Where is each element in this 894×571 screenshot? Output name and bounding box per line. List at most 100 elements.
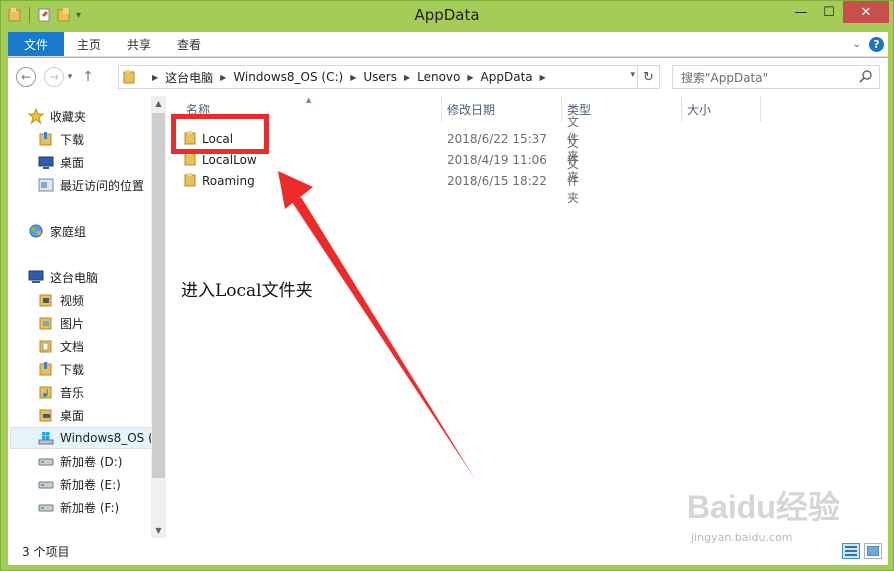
tab-share[interactable]: 共享 — [114, 32, 164, 56]
tab-view[interactable]: 查看 — [164, 32, 214, 56]
column-header-size[interactable]: 大小 — [669, 96, 749, 122]
address-dropdown-icon[interactable]: ▾ — [630, 70, 635, 80]
sidebar-item-downloads[interactable]: 下载 — [38, 128, 84, 150]
close-button[interactable]: ✕ — [843, 1, 889, 23]
drive-icon — [38, 504, 54, 512]
sidebar-item-downloads-pc[interactable]: 下载 — [38, 358, 84, 380]
large-icons-view-button[interactable] — [864, 543, 882, 559]
recent-locations-icon[interactable]: ▾ — [64, 65, 76, 89]
sidebar-item-homegroup[interactable]: 家庭组 — [28, 220, 86, 242]
main-content: 收藏夹 下载 桌面 最近访问的位置 家庭组 这台电脑 视频 图片 文档 下载 音… — [8, 96, 888, 538]
breadcrumb-appdata[interactable]: AppData — [481, 70, 533, 84]
watermark-url: jingyan.baidu.com — [691, 531, 793, 544]
sidebar-item-c-drive[interactable]: Windows8_OS ( — [10, 427, 151, 449]
folder-icon — [123, 70, 135, 84]
highlight-box — [171, 114, 269, 154]
recent-places-icon — [38, 178, 54, 192]
minimize-button[interactable]: — — [787, 1, 815, 23]
search-icon[interactable] — [859, 69, 873, 83]
star-icon — [28, 108, 44, 124]
table-row[interactable]: Roaming 2018/6/15 18:22 文件夹 — [180, 157, 579, 205]
breadcrumb-arrow-icon[interactable]: ▶ — [540, 73, 546, 82]
music-folder-icon — [39, 386, 52, 399]
sidebar-item-label: 这台电脑 — [50, 270, 99, 285]
sidebar-item-label: 新加卷 (E:) — [60, 477, 121, 492]
sidebar-item-d-drive[interactable]: 新加卷 (D:) — [38, 450, 122, 472]
sidebar-item-label: 下载 — [60, 132, 85, 147]
sidebar-item-desktop[interactable]: 桌面 — [38, 151, 84, 173]
sidebar-item-recent[interactable]: 最近访问的位置 — [38, 174, 144, 196]
tab-home[interactable]: 主页 — [64, 32, 114, 56]
sidebar-scrollbar[interactable]: ▲ ▼ — [151, 96, 166, 538]
column-header-date[interactable]: 修改日期 — [429, 96, 549, 122]
baidu-watermark-logo: Baidu经验 — [687, 489, 840, 525]
sidebar-item-label: 文档 — [60, 339, 85, 354]
computer-icon — [28, 270, 44, 283]
breadcrumb-lenovo[interactable]: Lenovo — [417, 70, 460, 84]
sidebar-item-e-drive[interactable]: 新加卷 (E:) — [38, 473, 121, 495]
breadcrumb-users[interactable]: Users — [363, 70, 397, 84]
navigation-bar: ← → ▾ ↑ ▶ 这台电脑 ▶ Windows8_OS (C:) ▶ User… — [8, 58, 888, 96]
column-separator[interactable] — [760, 96, 761, 122]
annotation-text: 进入Local文件夹 — [181, 281, 313, 301]
pictures-folder-icon — [39, 317, 52, 330]
file-name: LocalLow — [202, 152, 257, 167]
window-title: AppData — [414, 6, 480, 24]
homegroup-icon — [29, 224, 43, 238]
back-arrow-icon: ← — [20, 70, 32, 84]
breadcrumb-arrow-icon[interactable]: ▶ — [404, 73, 410, 82]
drive-icon — [38, 481, 54, 489]
sidebar-item-favorites[interactable]: 收藏夹 — [28, 105, 86, 127]
close-icon: ✕ — [860, 4, 872, 20]
help-icon[interactable]: ? — [869, 36, 884, 52]
tab-file[interactable]: 文件 — [8, 32, 65, 56]
large-icons-view-icon — [867, 546, 879, 556]
sidebar-item-label: 新加卷 (F:) — [60, 500, 120, 515]
expand-ribbon-icon[interactable]: ⌄ — [853, 39, 861, 50]
documents-folder-icon — [39, 340, 52, 353]
file-name: Roaming — [202, 173, 255, 188]
sidebar-item-documents[interactable]: 文档 — [38, 335, 84, 357]
sidebar-item-desktop-pc[interactable]: 桌面 — [38, 404, 84, 426]
folder-icon — [184, 152, 196, 166]
search-input[interactable]: 搜索"AppData" — [672, 65, 880, 89]
sidebar-item-music[interactable]: 音乐 — [38, 381, 84, 403]
breadcrumb-arrow-icon[interactable]: ▶ — [220, 73, 226, 82]
title-bar: ▾ AppData — ☐ ✕ — [1, 1, 893, 31]
details-view-button[interactable] — [842, 543, 860, 559]
forward-button[interactable]: → — [44, 67, 64, 87]
search-placeholder: 搜索"AppData" — [681, 70, 769, 85]
sidebar-item-label: 桌面 — [60, 408, 85, 423]
sidebar-item-label: 收藏夹 — [50, 109, 87, 124]
sidebar-item-label: 下载 — [60, 362, 85, 377]
up-button[interactable]: ↑ — [76, 65, 100, 89]
minimize-icon: — — [794, 4, 808, 20]
maximize-button[interactable]: ☐ — [815, 1, 843, 23]
sidebar-item-pictures[interactable]: 图片 — [38, 312, 84, 334]
scroll-up-icon[interactable]: ▲ — [151, 96, 166, 111]
maximize-icon: ☐ — [823, 4, 835, 20]
refresh-icon[interactable]: ↻ — [637, 66, 659, 88]
scroll-down-icon[interactable]: ▼ — [151, 523, 166, 538]
breadcrumb-c-drive[interactable]: Windows8_OS (C:) — [233, 70, 343, 84]
sidebar-item-this-pc[interactable]: 这台电脑 — [28, 266, 98, 288]
view-switcher — [842, 543, 882, 559]
windows-drive-icon — [38, 432, 54, 445]
sidebar-item-label: 最近访问的位置 — [60, 178, 145, 193]
breadcrumb-arrow-icon[interactable]: ▶ — [152, 73, 158, 82]
navigation-pane: 收藏夹 下载 桌面 最近访问的位置 家庭组 这台电脑 视频 图片 文档 下载 音… — [8, 96, 151, 538]
address-bar[interactable]: ▶ 这台电脑 ▶ Windows8_OS (C:) ▶ Users ▶ Leno… — [118, 65, 660, 89]
scroll-thumb[interactable] — [152, 113, 165, 478]
desktop-icon — [38, 156, 54, 169]
sidebar-item-f-drive[interactable]: 新加卷 (F:) — [38, 496, 119, 518]
sidebar-item-label: 家庭组 — [50, 224, 87, 239]
breadcrumb-arrow-icon[interactable]: ▶ — [350, 73, 356, 82]
sidebar-item-label: 音乐 — [60, 385, 85, 400]
breadcrumb-arrow-icon[interactable]: ▶ — [467, 73, 473, 82]
desktop-folder-icon — [39, 409, 52, 422]
downloads-folder-icon — [39, 132, 52, 146]
item-count: 3 个项目 — [22, 545, 70, 559]
sidebar-item-videos[interactable]: 视频 — [38, 289, 84, 311]
breadcrumb-this-pc[interactable]: 这台电脑 — [165, 69, 213, 86]
back-button[interactable]: ← — [16, 67, 36, 87]
